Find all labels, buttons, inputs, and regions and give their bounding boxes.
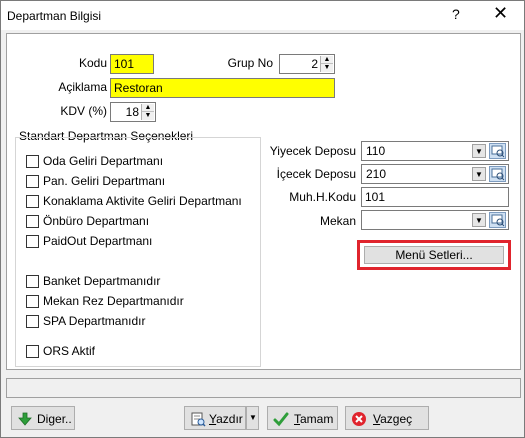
window-title: Departman Bilgisi [7, 9, 102, 23]
yiyecek-label: Yiyecek Deposu [269, 144, 356, 158]
help-button[interactable]: ? [452, 6, 460, 22]
options-group: Oda Geliri Departmanı Pan. Geliri Depart… [15, 137, 261, 367]
kodu-label: Kodu [78, 56, 107, 70]
mekan-combo[interactable]: ▼ [361, 210, 509, 230]
checkbox-box[interactable] [26, 215, 39, 228]
arrow-down-icon [17, 411, 33, 427]
checkbox-label: Pan. Geliri Departmanı [43, 174, 166, 188]
main-panel: Kodu 101 Grup No 2 ▲ ▼ Açiklama Restoran… [6, 33, 521, 370]
aciklama-label: Açiklama [58, 80, 107, 94]
dropdown-arrow-icon[interactable]: ▼ [472, 213, 486, 227]
checkbox-box[interactable] [26, 295, 39, 308]
title-bar: Departman Bilgisi ? ✕ [1, 1, 524, 30]
status-bar [6, 378, 521, 398]
spin-up-icon[interactable]: ▲ [321, 56, 333, 64]
checkbox-label: Mekan Rez Departmanıdır [43, 294, 184, 308]
dialog-window: Departman Bilgisi ? ✕ Kodu 101 Grup No 2… [0, 0, 525, 438]
checkbox-label: Önbüro Departmanı [43, 214, 150, 228]
checkbox-box[interactable] [26, 195, 39, 208]
tamam-label: Tamam [294, 412, 334, 426]
checkbox-label: ORS Aktif [43, 344, 96, 358]
menu-setleri-highlight: Menü Setleri... [357, 240, 511, 270]
checkbox-label: Banket Departmanıdır [43, 274, 161, 288]
muh-input[interactable]: 101 [361, 187, 509, 207]
checkbox-box[interactable] [26, 235, 39, 248]
spin-up-icon[interactable]: ▲ [142, 104, 154, 112]
grupno-spinner[interactable]: 2 ▲ ▼ [279, 54, 335, 74]
diger-label: Diger.. [37, 412, 72, 426]
checkbox-box[interactable] [26, 275, 39, 288]
vazgec-button[interactable]: Vazgeç [345, 406, 429, 430]
muh-label: Muh.H.Kodu [289, 190, 356, 204]
grupno-value: 2 [311, 57, 318, 71]
spin-down-icon[interactable]: ▼ [142, 112, 154, 120]
cancel-icon [351, 411, 367, 427]
checkbox-label: SPA Departmanıdır [43, 314, 146, 328]
close-button[interactable]: ✕ [493, 3, 508, 24]
checkbox-box[interactable] [26, 155, 39, 168]
lookup-icon[interactable] [489, 143, 506, 159]
kdv-value: 18 [125, 105, 139, 119]
icecek-combo[interactable]: 210 ▼ [361, 164, 509, 184]
kdv-spinner[interactable]: 18 ▲ ▼ [110, 102, 156, 122]
spin-down-icon[interactable]: ▼ [321, 64, 333, 72]
lookup-icon[interactable] [489, 166, 506, 182]
checkbox-label: PaidOut Departmanı [43, 234, 153, 248]
yazdir-button[interactable]: Yazdır [184, 406, 246, 430]
icecek-value: 210 [366, 167, 387, 181]
grupno-label: Grup No [227, 56, 273, 70]
print-preview-icon [190, 411, 206, 427]
kodu-input[interactable]: 101 [110, 54, 154, 74]
checkbox-label: Oda Geliri Departmanı [43, 154, 164, 168]
icecek-label: İçecek Deposu [276, 167, 356, 181]
checkbox-label: Konaklama Aktivite Geliri Departmanı [43, 194, 242, 208]
mekan-label: Mekan [319, 214, 356, 228]
vazgec-label: Vazgeç [373, 412, 413, 426]
grupno-spin-arrows[interactable]: ▲ ▼ [320, 56, 333, 72]
lookup-icon[interactable] [489, 212, 506, 228]
yiyecek-combo[interactable]: 110 ▼ [361, 141, 509, 161]
kdv-label: KDV (%) [60, 104, 107, 118]
checkmark-icon [273, 411, 289, 427]
checkbox-box[interactable] [26, 345, 39, 358]
checkbox-box[interactable] [26, 315, 39, 328]
diger-button[interactable]: Diger.. [11, 406, 75, 430]
dropdown-arrow-icon[interactable]: ▼ [472, 167, 486, 181]
yiyecek-value: 110 [366, 144, 386, 158]
yazdir-dropdown-button[interactable]: ▼ [246, 406, 259, 430]
checkbox-box[interactable] [26, 175, 39, 188]
yazdir-label: Yazdır [209, 412, 243, 426]
dropdown-arrow-icon[interactable]: ▼ [472, 144, 486, 158]
aciklama-input[interactable]: Restoran [110, 78, 335, 98]
dropdown-arrow-icon: ▼ [249, 413, 257, 422]
tamam-button[interactable]: Tamam [267, 406, 338, 430]
menu-setleri-button[interactable]: Menü Setleri... [364, 246, 504, 264]
kdv-spin-arrows[interactable]: ▲ ▼ [141, 104, 154, 120]
